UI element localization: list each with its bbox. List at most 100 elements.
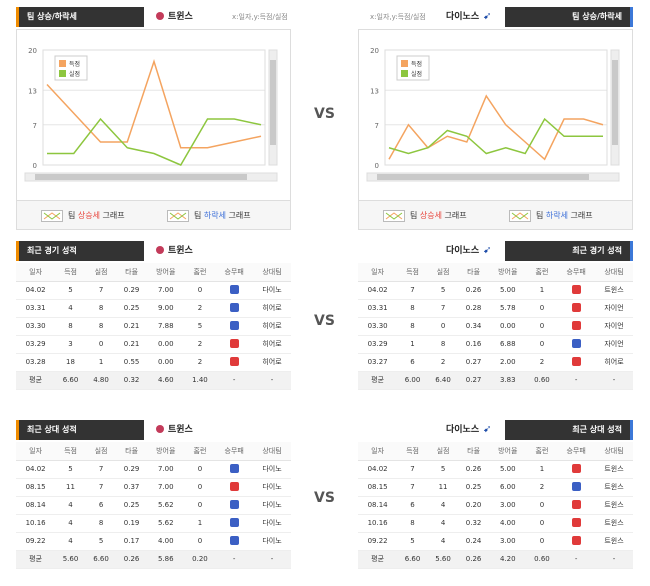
table-cell: 다이노 (253, 281, 291, 300)
average-cell: 4.60 (146, 371, 185, 390)
column-header: 홈런 (526, 263, 558, 282)
table-cell: 03.27 (358, 353, 398, 372)
trend-chart-svg: 20 13 7 0 득점실점 (24, 47, 278, 182)
legend-down: 팀 하락세 그래프 (167, 209, 251, 223)
column-header: 승무패 (557, 442, 596, 461)
average-cell: - (215, 550, 254, 569)
win-icon (571, 338, 581, 348)
table-cell: 0.32 (458, 514, 489, 533)
result-badge (557, 299, 596, 318)
table-cell: 5.62 (146, 514, 185, 533)
dinos-logo-icon: ➹ (483, 11, 492, 22)
table-cell: 8 (85, 299, 117, 318)
table-cell: 트윈스 (595, 514, 633, 533)
trend-legend-bar: 팀 상승세 그래프 팀 하락세 그래프 (358, 200, 633, 230)
table-cell: 0.24 (458, 532, 489, 551)
up-graph-icon (41, 209, 63, 222)
win-icon (229, 535, 239, 545)
table-cell: 트윈스 (595, 478, 633, 497)
table-header-row: 일자 득점 실점 타율 방어율 홈런 승무패 상대팀 (16, 442, 291, 461)
column-header: 득점 (55, 263, 86, 282)
table-row: 04.02 7 5 0.26 5.00 1 트윈스 (358, 460, 633, 479)
loss-icon (571, 320, 581, 330)
table-cell: 자이언 (595, 299, 633, 318)
table-row: 03.30 8 0 0.34 0.00 0 자이언 (358, 317, 633, 336)
column-header: 방어율 (146, 263, 185, 282)
column-header: 승무패 (215, 263, 254, 282)
table-cell: 4 (55, 532, 86, 551)
y-tick-label: 13 (370, 87, 379, 95)
vertical-scroll-thumb[interactable] (612, 60, 618, 145)
y-tick-label: 13 (28, 87, 37, 95)
team-name: 다이노스 ➹ (446, 241, 492, 261)
conceded-legend-label: 실점 (69, 70, 80, 78)
twins-logo-icon (156, 425, 164, 433)
table-cell: 0.19 (116, 514, 147, 533)
table-cell: 6.00 (488, 478, 527, 497)
table-cell: 자이언 (595, 335, 633, 354)
column-header: 홈런 (526, 442, 558, 461)
win-icon (229, 320, 239, 330)
scored-legend-label: 득점 (411, 61, 422, 68)
recent-table: 일자 득점 실점 타율 방어율 홈런 승무패 상대팀 04.02 5 7 0.29 7.00 0 다이노 03… (16, 263, 291, 390)
table-cell: 5 (85, 532, 117, 551)
average-cell: 3.83 (488, 371, 527, 390)
table-cell: 5 (55, 460, 86, 479)
result-badge (557, 460, 596, 479)
table-cell: 0.27 (458, 353, 489, 372)
horizontal-scroll-thumb[interactable] (377, 174, 589, 180)
column-header: 실점 (427, 442, 459, 461)
table-cell: 04.02 (358, 281, 398, 300)
y-tick-label: 0 (33, 162, 37, 170)
table-cell: 5 (397, 532, 428, 551)
vs-label: VS (314, 490, 335, 506)
average-cell: 5.60 (55, 550, 86, 569)
table-cell: 1 (184, 514, 216, 533)
vertical-scroll-thumb[interactable] (270, 60, 276, 145)
table-cell: 2 (184, 353, 216, 372)
table-cell: 0 (526, 514, 558, 533)
table-cell: 다이노 (253, 532, 291, 551)
table-row: 03.27 6 2 0.27 2.00 2 히어로 (358, 353, 633, 372)
result-badge (557, 353, 596, 372)
table-cell: 0 (184, 460, 216, 479)
table-cell: 0.26 (458, 281, 489, 300)
table-row: 09.22 5 4 0.24 3.00 0 트윈스 (358, 532, 633, 551)
result-badge (215, 281, 254, 300)
table-cell: 7 (85, 478, 117, 497)
table-cell: 8 (397, 514, 428, 533)
win-icon (229, 463, 239, 473)
table-cell: 7.00 (146, 460, 185, 479)
down-graph-icon (509, 209, 531, 222)
trend-panel-left: 팀 상승/하락세 트윈스 x:일자,y:득점/실점 20 13 7 0 득점 실점 팀 상… (16, 7, 291, 230)
twins-logo-icon (156, 12, 164, 20)
table-cell: 4 (427, 532, 459, 551)
table-cell: 7 (85, 281, 117, 300)
legend-up: 팀 상승세 그래프 (41, 209, 125, 223)
average-cell: - (557, 371, 596, 390)
table-cell: 8 (85, 514, 117, 533)
column-header: 승무패 (215, 442, 254, 461)
table-row: 10.16 4 8 0.19 5.62 1 다이노 (16, 514, 291, 533)
table-cell: 트윈스 (595, 460, 633, 479)
table-cell: 4 (427, 496, 459, 515)
table-cell: 04.02 (16, 460, 56, 479)
table-cell: 2 (184, 335, 216, 354)
table-cell: 0 (526, 299, 558, 318)
trend-chart-svg: 20 13 7 0 득점실점 (366, 47, 620, 182)
column-header: 타율 (458, 442, 489, 461)
table-row: 04.02 5 7 0.29 7.00 0 다이노 (16, 281, 291, 300)
axis-label: x:일자,y:득점/실점 (370, 13, 426, 21)
column-header: 홈런 (184, 442, 216, 461)
scored-legend-swatch (59, 60, 66, 67)
table-cell: 5.00 (488, 281, 527, 300)
column-header: 홈런 (184, 263, 216, 282)
result-badge (557, 335, 596, 354)
table-cell: 히어로 (253, 299, 291, 318)
table-cell: 0.20 (458, 496, 489, 515)
horizontal-scroll-thumb[interactable] (35, 174, 247, 180)
table-row: 09.22 4 5 0.17 4.00 0 다이노 (16, 532, 291, 551)
average-cell: 0.60 (526, 371, 558, 390)
result-badge (557, 478, 596, 497)
h2h-title: 최근 상대 성적 (505, 420, 633, 440)
